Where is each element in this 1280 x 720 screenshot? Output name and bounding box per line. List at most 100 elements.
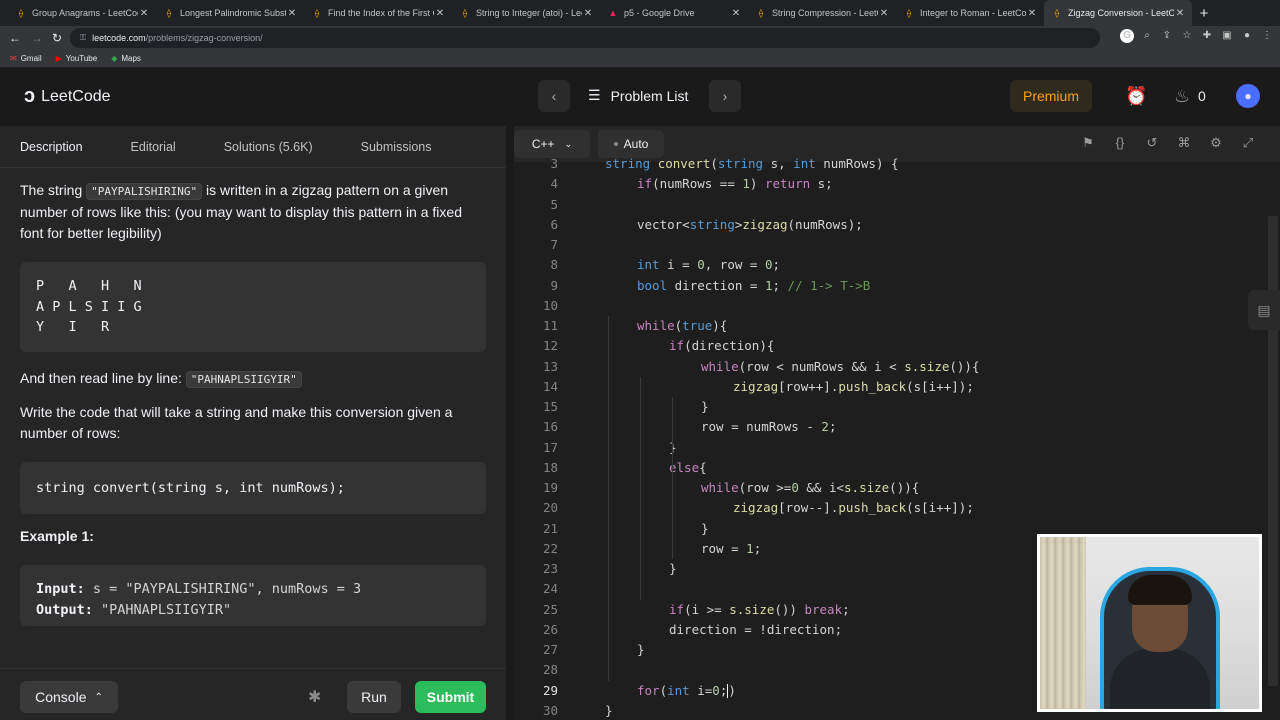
- menu-icon[interactable]: ⋮: [1260, 29, 1274, 43]
- line-number: 18: [542, 459, 558, 475]
- code-line[interactable]: 12 if(direction){: [514, 336, 1280, 356]
- chevron-up-icon: ⌃: [94, 691, 103, 703]
- close-tab-icon[interactable]: ✕: [730, 8, 742, 19]
- leetcode-header: ↄ LeetCode ‹ ☰ Problem List › Premium ⏰ …: [0, 68, 1280, 126]
- bookmark-star-icon[interactable]: ☆: [1180, 29, 1194, 43]
- share-icon[interactable]: ⇪: [1160, 29, 1174, 43]
- bookmark-maps[interactable]: ◆ Maps: [111, 54, 141, 63]
- bookmark-gmail[interactable]: ✉ Gmail: [10, 54, 42, 63]
- browser-tab[interactable]: ⟠Longest Palindromic Substring✕: [156, 0, 304, 26]
- close-tab-icon[interactable]: ✕: [582, 8, 594, 19]
- tab-editorial[interactable]: Editorial: [131, 140, 176, 154]
- code-line[interactable]: 10: [514, 296, 1280, 316]
- editor-actions: ⚑ {} ↺ ⌘ ⚙ ⤢: [1080, 135, 1256, 151]
- code-text: direction = !direction;: [669, 621, 843, 637]
- close-tab-icon[interactable]: ✕: [1026, 8, 1038, 19]
- browser-tab[interactable]: ⟠ Group Anagrams - LeetCode ✕: [8, 0, 156, 26]
- code-line[interactable]: 18 else{: [514, 458, 1280, 478]
- line-number: 23: [542, 561, 558, 576]
- forward-icon[interactable]: →: [26, 31, 48, 45]
- premium-button[interactable]: Premium: [1010, 80, 1092, 112]
- bookmark-youtube[interactable]: ▶ YouTube: [56, 54, 98, 63]
- line-number: 28: [542, 662, 558, 678]
- tab-description[interactable]: Description: [20, 140, 83, 154]
- problem-list-button[interactable]: ☰ Problem List: [588, 87, 688, 104]
- close-tab-icon[interactable]: ✕: [286, 8, 298, 19]
- profile-icon[interactable]: ●: [1240, 29, 1254, 43]
- code-line[interactable]: 15}: [514, 397, 1280, 417]
- code-line[interactable]: 11 while(true){: [514, 316, 1280, 336]
- reset-icon[interactable]: ↺: [1144, 135, 1160, 151]
- code-line[interactable]: 16 row = numRows - 2;: [514, 417, 1280, 437]
- tab-submissions[interactable]: Submissions: [361, 140, 432, 154]
- reload-icon[interactable]: ↻: [46, 31, 68, 45]
- browser-tab[interactable]: ▲ p5 - Google Drive ✕: [600, 0, 748, 26]
- bookmark-icon[interactable]: ⚑: [1080, 135, 1096, 151]
- url-bar[interactable]: ⚿ leetcode.com/problems/zigzag-conversio…: [70, 28, 1100, 48]
- leetcode-logo[interactable]: ↄ LeetCode: [24, 85, 111, 108]
- notes-side-button[interactable]: ▤: [1248, 290, 1280, 330]
- browser-tab-active[interactable]: ⟠Zigzag Conversion - LeetCode✕: [1044, 0, 1192, 26]
- fullscreen-icon[interactable]: ⤢: [1240, 135, 1256, 151]
- code-line[interactable]: 7: [514, 235, 1280, 255]
- code-line[interactable]: 3 string convert(string s, int numRows) {: [514, 154, 1280, 174]
- back-icon[interactable]: ←: [4, 31, 26, 45]
- editor-scrollbar[interactable]: [1268, 216, 1278, 686]
- browser-tab[interactable]: ⟠String to Integer (atoi) - LeetCode✕: [452, 0, 600, 26]
- line-number: 16: [542, 419, 558, 435]
- site-info-icon[interactable]: ⚿: [80, 33, 86, 43]
- code-line[interactable]: 13 while(row < numRows && i < s.size()){: [514, 357, 1280, 377]
- avatar[interactable]: ●: [1236, 84, 1260, 108]
- console-bar: Console ⌃ ✱ Run Submit: [0, 668, 506, 720]
- next-problem-button[interactable]: ›: [709, 80, 741, 112]
- close-tab-icon[interactable]: ✕: [1174, 8, 1186, 19]
- close-tab-icon[interactable]: ✕: [878, 8, 890, 19]
- zoom-icon[interactable]: ⌕: [1140, 29, 1154, 43]
- streak-count: 0: [1198, 88, 1206, 104]
- new-tab-icon[interactable]: +: [1192, 0, 1216, 26]
- code-line[interactable]: 4 if(numRows == 1) return s;: [514, 174, 1280, 194]
- code-line[interactable]: 20 zigzag[row--].push_back(s[i++]);: [514, 498, 1280, 518]
- maps-icon: ◆: [111, 54, 118, 63]
- tab-solutions[interactable]: Solutions (5.6K): [224, 140, 313, 154]
- code-text: zigzag[row--].push_back(s[i++]);: [733, 500, 974, 516]
- code-line[interactable]: 17}: [514, 438, 1280, 458]
- leetcode-icon: ⟠: [462, 8, 468, 18]
- close-tab-icon[interactable]: ✕: [434, 8, 446, 19]
- line-number: 12: [542, 338, 558, 354]
- code-line[interactable]: 19 while(row >=0 && i<s.size()){: [514, 478, 1280, 498]
- command-icon[interactable]: ⌘: [1176, 135, 1192, 151]
- sidepanel-icon[interactable]: ▣: [1220, 29, 1234, 43]
- panel-resize-handle[interactable]: [506, 126, 514, 720]
- braces-icon[interactable]: {}: [1112, 135, 1128, 151]
- paragraph: The string "PAYPALISHIRING" is written i…: [20, 182, 462, 241]
- code-line[interactable]: 5: [514, 195, 1280, 215]
- leetcode-icon: ⟠: [758, 8, 764, 18]
- leetcode-icon: ⟠: [166, 8, 172, 18]
- line-number: 30: [542, 702, 558, 718]
- alarm-clock-icon[interactable]: ⏰: [1125, 86, 1147, 107]
- description-tabs: Description Editorial Solutions (5.6K) S…: [0, 126, 506, 168]
- zigzag-pattern-block: P A H N A P L S I I G Y I R: [20, 262, 486, 352]
- browser-tab[interactable]: ⟠Find the Index of the First Occurrence✕: [304, 0, 452, 26]
- code-line[interactable]: 9 bool direction = 1; // 1-> T->B: [514, 276, 1280, 296]
- console-button[interactable]: Console ⌃: [20, 681, 118, 713]
- extensions-icon[interactable]: ✚: [1200, 29, 1214, 43]
- prev-problem-button[interactable]: ‹: [538, 80, 570, 112]
- code-text: while(row >=0 && i<s.size()){: [701, 480, 920, 495]
- code-text: while(row < numRows && i < s.size()){: [701, 358, 980, 374]
- browser-tab-bar: ⟠ Group Anagrams - LeetCode ✕ ⟠ Longest Pal…: [0, 0, 1280, 26]
- code-line[interactable]: 8 int i = 0, row = 0;: [514, 255, 1280, 275]
- close-tab-icon[interactable]: ✕: [138, 8, 150, 19]
- streak-fire-icon[interactable]: ♨: [1174, 86, 1190, 107]
- code-line[interactable]: 6 vector<string>zigzag(numRows);: [514, 215, 1280, 235]
- browser-tab[interactable]: ⟠ Integer to Roman - LeetCode ✕: [896, 0, 1044, 26]
- line-number: 8: [550, 257, 558, 273]
- code-line[interactable]: 14 zigzag[row++].push_back(s[i++]);: [514, 377, 1280, 397]
- submit-button[interactable]: Submit: [415, 681, 486, 713]
- settings-gear-icon[interactable]: ⚙: [1208, 135, 1224, 151]
- google-icon[interactable]: G: [1120, 29, 1134, 43]
- debug-bug-icon[interactable]: ✱: [308, 687, 321, 707]
- browser-tab[interactable]: ⟠String Compression - LeetCode✕: [748, 0, 896, 26]
- run-button[interactable]: Run: [347, 681, 401, 713]
